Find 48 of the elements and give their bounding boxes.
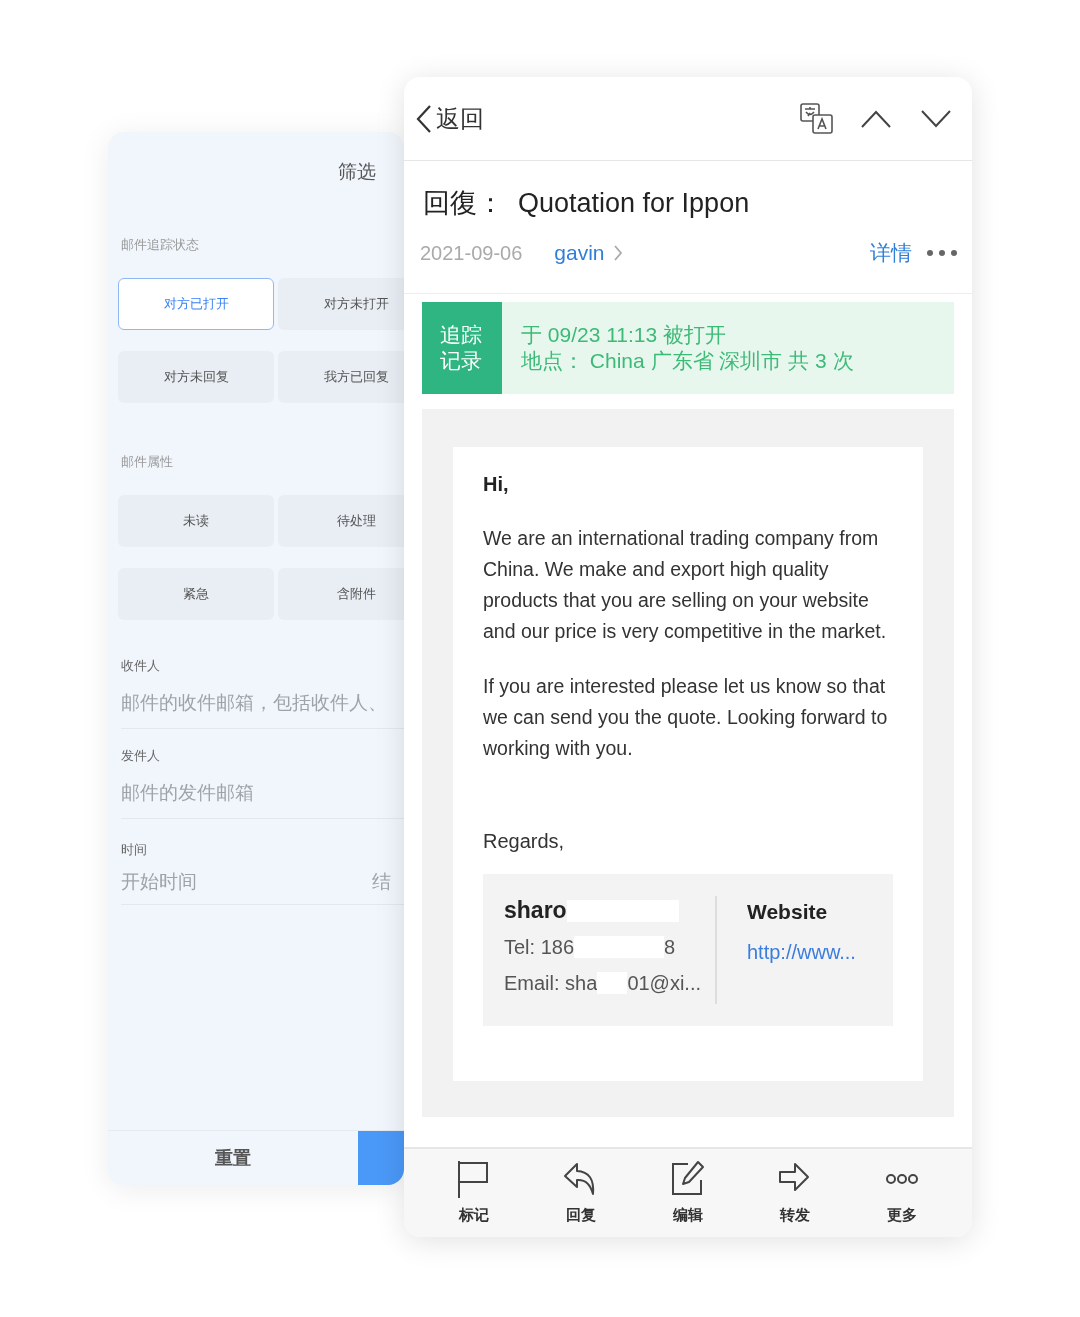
website-link[interactable]: http://www... [747,937,856,967]
toolbar-button[interactable]: 标记 [420,1159,528,1227]
closing-text: Regards, [483,828,566,854]
back-button[interactable]: 返回 [416,100,484,137]
mail-date: 2021-09-06 [420,240,523,266]
edit-icon [670,1159,706,1198]
signature-text: 01@xi... [627,970,702,996]
sender-link[interactable]: gavin [554,236,623,269]
more-icon [885,1172,920,1185]
start-time-field[interactable]: 开始时间 [121,868,372,897]
tracking-info: 地点： China 广东省 深圳市 共 3 次 [521,347,854,374]
website-label: Website [747,898,829,925]
toolbar-button[interactable]: 编辑 [634,1159,742,1227]
filter-chip[interactable]: 对方未回复 [118,351,274,403]
signature-text: Tel: 186 [504,934,575,960]
filter-chip[interactable]: 对方已打开 [118,278,274,330]
filter-chip[interactable]: 含附件 [278,568,404,620]
section-label: 邮件属性 [121,454,173,469]
filter-chip[interactable]: 紧急 [118,568,274,620]
filter-chip[interactable]: 我方已回复 [278,351,404,403]
field-label: 时间 [121,842,147,857]
back-chevron-icon[interactable] [416,103,432,134]
body-paragraph: We are an international trading company from China. We make and export high quality products that you are selling on your website and our price is very competitive in the market. [483,525,888,644]
signature-name: sharo [504,896,567,926]
tracking-info: 于 09/23 11:13 被打开 [521,321,728,348]
signature-text: 8 [664,934,676,960]
badge-label: 追踪记录 [440,321,483,374]
more-dots-icon[interactable] [926,248,958,257]
end-time-field[interactable]: 结 [372,868,404,897]
filter-chip[interactable]: 对方未打开 [278,278,404,330]
greeting-text: Hi, [483,471,510,497]
field-label: 发件人 [121,748,160,763]
mail-subject: 回復： Quotation for Ippon [422,187,751,220]
field-label: 收件人 [121,658,160,673]
filter-chip[interactable]: 待处理 [278,495,404,547]
details-link[interactable]: 详情 [870,236,912,269]
signature-text: Email: sha [504,970,598,996]
input-field[interactable]: 邮件的收件邮箱，包括收件人、 [121,677,404,729]
panel-title: 筛选 [338,159,376,184]
input-field[interactable]: 邮件的发件邮箱 [121,767,404,819]
toolbar-button[interactable]: 转发 [741,1159,849,1227]
filter-chip[interactable]: 未读 [118,495,274,547]
toolbar-button[interactable]: 回复 [527,1159,635,1227]
reset-button[interactable]: 重置 [108,1131,358,1185]
translate-icon[interactable] [800,102,834,135]
toolbar-button[interactable]: 更多 [848,1159,956,1227]
section-label: 邮件追踪状态 [121,237,199,252]
body-paragraph: If you are interested please let us know so that we can send you the quote. Looking forward to working with you. [483,673,889,761]
